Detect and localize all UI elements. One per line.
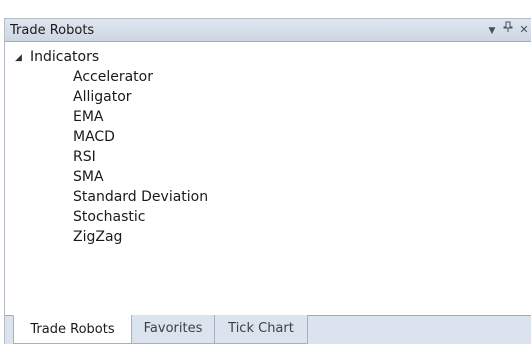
pin-icon[interactable]: [500, 21, 516, 36]
tree-item-ema[interactable]: EMA: [5, 107, 531, 127]
tree-item-stochastic[interactable]: Stochastic: [5, 207, 531, 227]
tree-item-accelerator[interactable]: Accelerator: [5, 67, 531, 87]
tree-item-alligator[interactable]: Alligator: [5, 87, 531, 107]
tab-trade-robots[interactable]: Trade Robots: [13, 315, 132, 344]
indicators-tree: ◢ Indicators Accelerator Alligator EMA MA…: [5, 47, 531, 247]
expand-collapse-icon[interactable]: ◢: [15, 48, 25, 68]
tree-item-rsi[interactable]: RSI: [5, 147, 531, 167]
dropdown-arrow-icon[interactable]: ▼: [484, 26, 500, 36]
bottom-tab-bar: Trade Robots Favorites Tick Chart: [5, 315, 531, 344]
pin-icon-svg: [503, 21, 513, 32]
tree-node-indicators[interactable]: ◢ Indicators: [5, 47, 531, 67]
tree-item-sma[interactable]: SMA: [5, 167, 531, 187]
panel-title: Trade Robots: [10, 23, 95, 38]
tree-item-macd[interactable]: MACD: [5, 127, 531, 147]
panel-title-bar[interactable]: Trade Robots ▼ ✕: [5, 19, 531, 42]
tree-item-standard-deviation[interactable]: Standard Deviation: [5, 187, 531, 207]
tab-favorites[interactable]: Favorites: [131, 315, 215, 344]
tab-tick-chart[interactable]: Tick Chart: [214, 315, 308, 344]
close-icon[interactable]: ✕: [516, 23, 531, 36]
tree-item-zigzag[interactable]: ZigZag: [5, 227, 531, 247]
title-controls: ▼ ✕: [484, 21, 531, 39]
trade-robots-panel: Trade Robots ▼ ✕ ◢ Indicators Accelerator …: [4, 18, 531, 344]
tree-node-label: Indicators: [30, 49, 100, 65]
